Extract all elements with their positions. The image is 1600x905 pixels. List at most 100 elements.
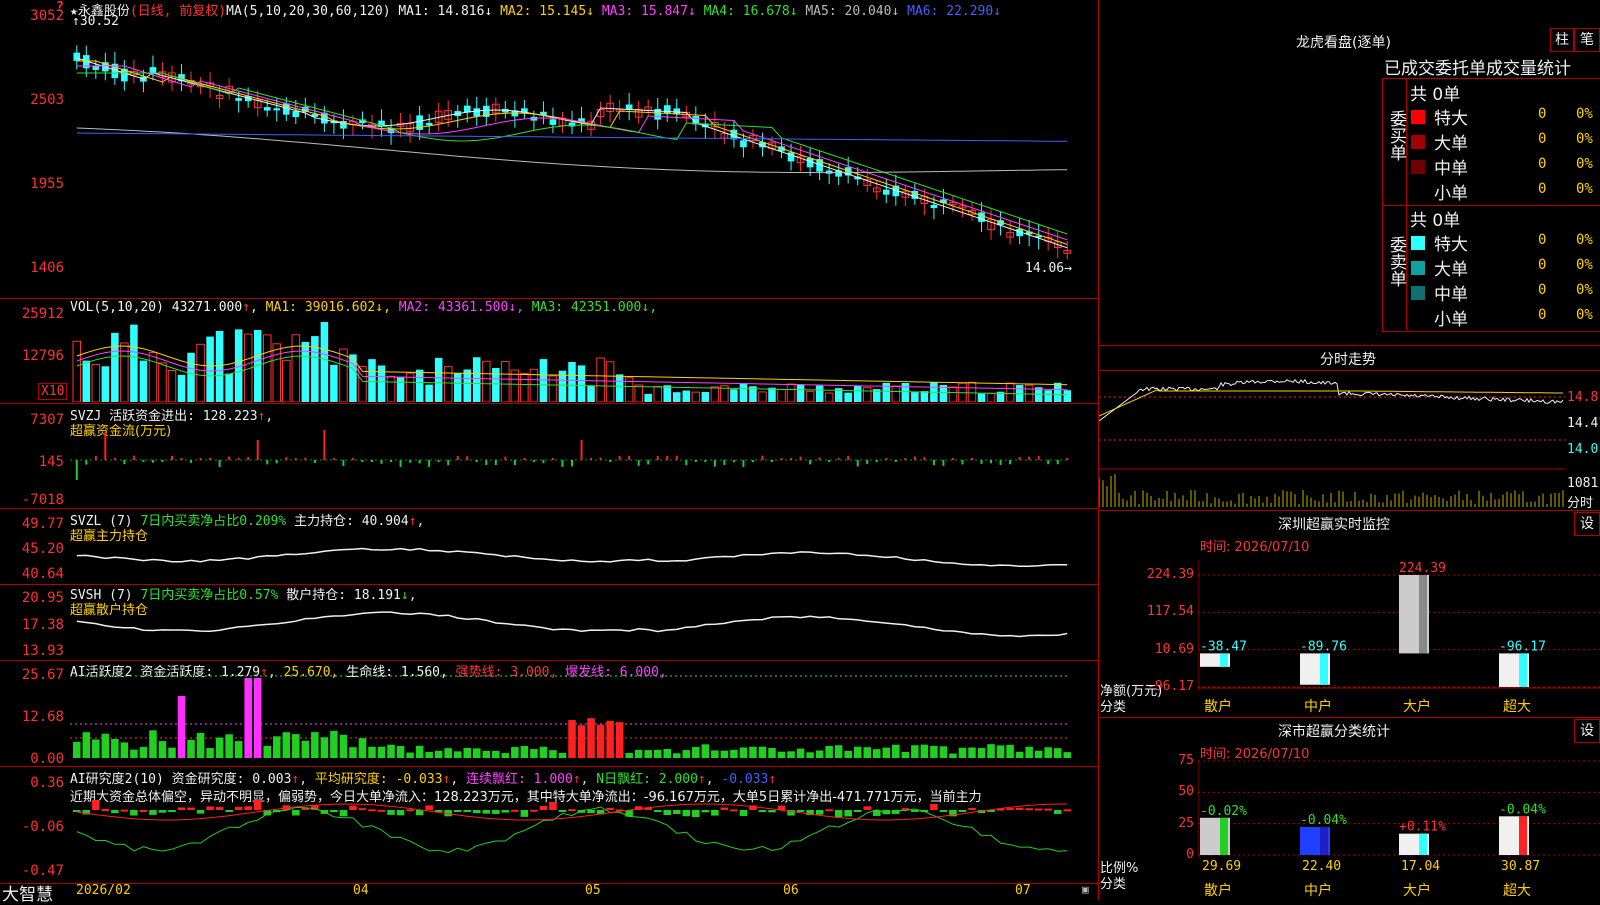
sz-bar-0	[1200, 653, 1230, 667]
sz-classify-setting-button[interactable]: 设	[1574, 719, 1600, 743]
svsh-chart[interactable]	[70, 600, 1098, 658]
ai-research-bar	[930, 804, 938, 810]
buy-row-label-2: 中单	[1434, 159, 1468, 179]
ai-active-bar	[320, 737, 329, 758]
vol-bar	[815, 385, 824, 402]
vol-ma-values: MA1: 39016.602↓, MA2: 43361.500↓, MA3: 4…	[258, 300, 657, 315]
sz-category-3: 超大	[1503, 699, 1531, 715]
ai-active-bar	[292, 734, 300, 758]
vol-bar	[82, 360, 91, 402]
ai-active-bar	[120, 742, 129, 758]
pen-toggle-button[interactable]: 笔	[1574, 28, 1600, 52]
ai-research-bar	[234, 806, 243, 810]
ai-research-item4: N日飘红:	[596, 772, 651, 787]
buy-row-swatch-0	[1411, 110, 1425, 124]
vol-bar	[425, 384, 433, 402]
ai-research-bar	[130, 810, 138, 816]
sz-classify-chart[interactable]: -0.02% -0.04% +0.11% -0.04%	[1198, 760, 1600, 858]
vol-bar	[158, 362, 167, 402]
ai-research-bar	[863, 806, 871, 810]
ma-value-4: MA4: 16.678↓	[695, 4, 798, 19]
ai-research-bar	[1006, 808, 1014, 811]
price-ytick-0: 3052	[30, 8, 64, 24]
lock-icon[interactable]: ▣	[1082, 883, 1089, 896]
vol-bar	[386, 375, 396, 402]
svzl-chart[interactable]	[70, 540, 1098, 582]
vol-bar	[653, 385, 662, 402]
sell-row-count-2: 0	[1538, 282, 1547, 298]
bar-toggle-button[interactable]: 柱	[1550, 28, 1574, 52]
vol-ytick-1: 12796	[21, 348, 64, 364]
ai-research-bar	[549, 802, 557, 810]
cl-bar-3	[1499, 816, 1529, 855]
ai-active-bar	[196, 732, 205, 758]
sz-monitor-title: 深圳超赢实时监控	[1278, 517, 1390, 533]
vol-bar	[634, 384, 643, 402]
cl-value-2: 17.04	[1401, 859, 1441, 874]
ai-active-bar	[453, 751, 462, 758]
vol-bar	[805, 390, 815, 402]
buy-row-count-0: 0	[1538, 106, 1547, 122]
cl-change-label-0: -0.02%	[1200, 804, 1247, 819]
ai-active-bar	[920, 744, 929, 758]
ai-research-chart[interactable]	[70, 800, 1098, 880]
ai-research-bar	[758, 810, 767, 813]
sz-bar-shade	[1320, 653, 1328, 685]
ai-active-bar	[796, 748, 805, 758]
ai-research-bar	[673, 810, 681, 815]
ai-active-bar	[177, 696, 186, 758]
sz-monitor-chart[interactable]: -38.47 -89.76 224.39 -96.17	[1198, 560, 1600, 690]
vol-bar	[177, 374, 186, 402]
sz-monitor-setting-button[interactable]: 设	[1574, 512, 1600, 536]
vol-bar	[339, 348, 348, 402]
ai-research-bar	[1063, 809, 1071, 812]
ai-research-bar	[968, 807, 976, 810]
ma-value-5: MA5: 20.040↓	[797, 4, 900, 19]
dragon-tiger-tabs[interactable]: 已成交委托单成交量统计	[1384, 54, 1600, 79]
buy-row-label-3: 小单	[1434, 184, 1468, 204]
ai-active-bar	[473, 748, 481, 758]
date-axis: 2026/02 04 05 06 07	[70, 883, 1098, 899]
vol-bar	[501, 360, 510, 402]
ai-research-bar	[368, 809, 376, 812]
ai-research-bar	[730, 809, 738, 812]
svzl-ytick-2: 40.64	[21, 566, 64, 582]
vol-bar	[862, 387, 872, 402]
candle-down	[930, 204, 938, 209]
ai-active-bar	[787, 751, 795, 758]
sz-classify-title: 深市超赢分类统计	[1278, 724, 1390, 740]
vol-title: VOL(5,10,20)	[70, 300, 164, 315]
ai-research-value4: 2.000	[658, 772, 698, 787]
vol-unit-badge: X10	[38, 383, 68, 400]
vol-bar	[148, 352, 158, 402]
ai-active-bar	[958, 747, 967, 758]
vol-value: 43271.000	[171, 300, 243, 315]
ai-active-bar	[301, 740, 310, 758]
sell-row-swatch-1	[1411, 261, 1425, 275]
vol-bar	[492, 368, 500, 402]
cl-change-label-3: -0.04%	[1499, 802, 1546, 817]
intraday-chart[interactable]	[1099, 371, 1565, 509]
sz-monitor-bottom-border	[1099, 717, 1600, 718]
ma-value-2: MA2: 15.145↓	[492, 4, 595, 19]
ai-active-chart[interactable]	[70, 672, 1098, 764]
ai-active-bar	[215, 737, 224, 758]
volume-chart[interactable]	[70, 316, 1098, 402]
ai-research-bar	[339, 810, 348, 817]
candlestick-chart[interactable]	[70, 18, 1098, 278]
cl-value-0: 29.69	[1202, 859, 1242, 874]
sz-category-1: 中户	[1304, 699, 1332, 715]
ma-header: MA(5,10,20,30,60,120)	[226, 4, 391, 19]
dragon-tiger-title: 龙虎看盘(逐单)	[1296, 35, 1391, 51]
vol-ma-value-1: MA1: 39016.602↓,	[257, 300, 391, 315]
buy-row-label-1: 大单	[1434, 134, 1468, 154]
ai-active-bar	[1006, 744, 1014, 758]
brand-label: 大智慧	[2, 885, 53, 905]
svzj-chart[interactable]	[70, 420, 1098, 506]
ai-active-bar	[482, 750, 491, 758]
vol-bar	[977, 393, 986, 402]
sell-row-label-0: 特大	[1434, 235, 1468, 255]
ai-active-bar	[892, 744, 900, 758]
vol-bar	[730, 389, 738, 402]
ai-research-bar	[396, 810, 405, 816]
